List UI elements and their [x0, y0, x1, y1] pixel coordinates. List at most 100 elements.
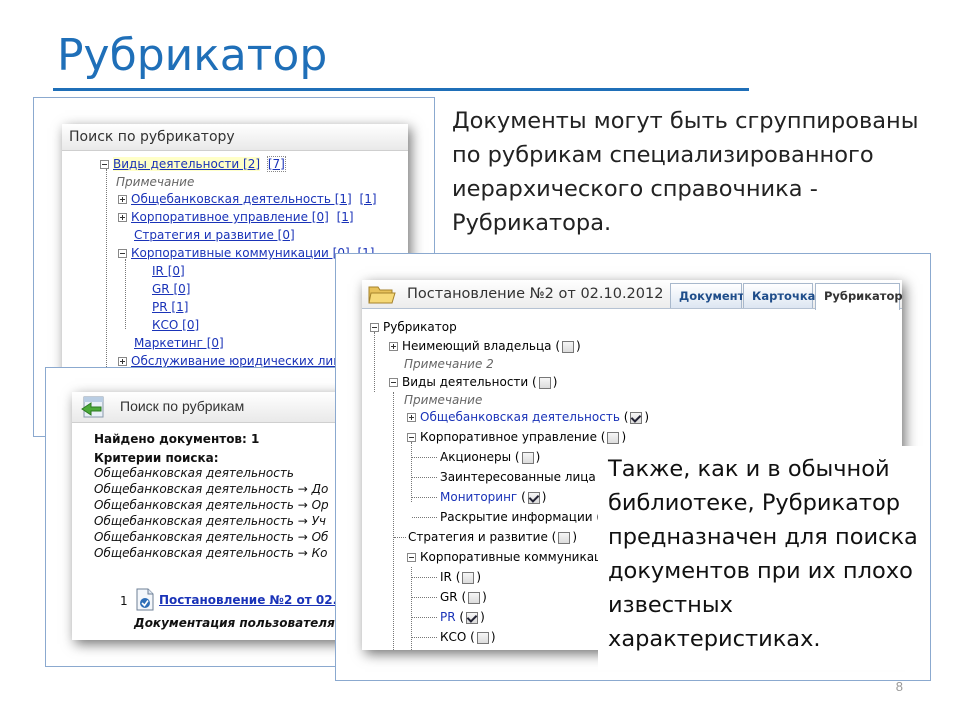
expand-icon[interactable] — [118, 357, 127, 366]
tree-item-label[interactable]: Виды деятельности [2] — [113, 157, 261, 171]
found-count: Найдено документов: 1 — [94, 432, 260, 446]
tree-item-marketing[interactable]: Маркетинг [0] — [134, 335, 224, 351]
doc-tree-item-shareholders[interactable]: Акционеры () — [440, 449, 540, 465]
doc-tree-item-general-banking[interactable]: Общебанковская деятельность () — [407, 409, 649, 425]
doc-tree-item-gr[interactable]: GR () — [440, 589, 487, 605]
doc-tree-item-activity-types[interactable]: Виды деятельности () — [389, 374, 557, 390]
tree-item-label[interactable]: Обслуживание юридических лиц — [131, 354, 341, 368]
checkbox-icon[interactable] — [562, 340, 574, 353]
tree-item-label: Корпоративные коммуникации — [420, 550, 618, 564]
collapse-icon[interactable] — [118, 249, 127, 258]
doc-tree-item-pr[interactable]: PR () — [440, 609, 485, 625]
checkbox-icon[interactable] — [521, 451, 534, 464]
criteria-item: Общебанковская деятельность → Ор — [94, 498, 329, 512]
tree-item-strategy[interactable]: Стратегия и развитие [0] — [134, 227, 295, 243]
tree-item-label[interactable]: GR [0] — [152, 282, 190, 296]
page-number: 8 — [895, 679, 903, 694]
tree-guide-line — [412, 457, 437, 458]
tree-item-cso[interactable]: КСО [0] — [152, 317, 199, 333]
tree-item-label[interactable]: PR [1] — [152, 300, 188, 314]
callout-text: Также, как и в обычной библиотеке, Рубри… — [598, 446, 930, 670]
search-back-icon[interactable] — [81, 396, 107, 418]
tree-item-corporate-governance[interactable]: Корпоративное управление [0] [1] — [118, 209, 354, 225]
tree-item-label: Заинтересованные лица — [440, 470, 596, 484]
doc-tree-item-strategy[interactable]: Стратегия и развитие () — [408, 529, 577, 545]
tree-item-ir[interactable]: IR [0] — [152, 263, 185, 279]
tree-item-label: PR — [440, 610, 456, 624]
tree-item-count-link[interactable]: [7] — [266, 156, 286, 172]
checkbox-icon[interactable] — [468, 591, 481, 604]
tree-item-label[interactable]: КСО [0] — [152, 318, 199, 332]
tree-item-label[interactable]: Стратегия и развитие [0] — [134, 228, 295, 242]
tree-guide-line — [411, 442, 412, 502]
expand-icon[interactable] — [389, 342, 398, 351]
doc-tree-item-ir[interactable]: IR () — [440, 569, 481, 585]
tree-guide-line — [374, 332, 375, 392]
tree-item-label[interactable]: Маркетинг [0] — [134, 336, 224, 350]
tree-item-note: Примечание — [116, 175, 195, 189]
tree-item-general-banking[interactable]: Общебанковская деятельность [1] [1] — [118, 191, 377, 207]
tree-item-label: IR — [440, 570, 452, 584]
checkbox-icon[interactable] — [630, 411, 643, 424]
result-subtitle: Документация пользователя — [134, 616, 335, 630]
doc-tree-item-corporate-governance[interactable]: Корпоративное управление () — [407, 429, 626, 445]
doc-tree-root[interactable]: Рубрикатор — [370, 319, 457, 335]
result-title-link[interactable]: Постановление №2 от 02.1( — [159, 593, 347, 607]
tree-item-label[interactable]: IR [0] — [152, 264, 185, 278]
tree-item-label: Неимеющий владельца — [402, 339, 552, 353]
tab-card[interactable]: Карточка — [743, 283, 815, 308]
tree-item-pr[interactable]: PR [1] — [152, 299, 188, 315]
tree-item-label: GR — [440, 590, 458, 604]
expand-icon[interactable] — [118, 195, 127, 204]
tree-item-label: Рубрикатор — [383, 320, 457, 334]
tree-guide-line — [393, 392, 394, 650]
search-results-panel: Поиск по рубрикам Найдено документов: 1 … — [72, 392, 347, 640]
tree-item-label: Раскрытие информации — [440, 510, 593, 524]
collapse-icon[interactable] — [370, 323, 379, 332]
search-results-header: Поиск по рубрикам — [120, 398, 245, 414]
title-underline — [53, 88, 749, 91]
rubric-search-header: Поиск по рубрикатору — [62, 124, 408, 151]
doc-tree-item-disclosure[interactable]: Раскрытие информации () — [440, 509, 622, 525]
doc-tree-item-cso[interactable]: КСО () — [440, 629, 496, 645]
tab-rubricator[interactable]: Рубрикатор — [815, 283, 903, 310]
criteria-label: Критерии поиска: — [94, 451, 219, 465]
checkbox-icon[interactable] — [466, 611, 479, 624]
criteria-item: Общебанковская деятельность → До — [94, 482, 329, 496]
checkbox-icon[interactable] — [607, 431, 620, 444]
checkbox-icon[interactable] — [538, 376, 551, 389]
tree-guide-line — [125, 259, 126, 329]
tab-document[interactable]: Документ — [670, 283, 744, 308]
document-icon — [136, 588, 154, 611]
criteria-item: Общебанковская деятельность → Об — [94, 530, 329, 544]
tree-guide-line — [412, 477, 437, 478]
tree-item-label[interactable]: Корпоративные коммуникации [0] — [131, 246, 350, 260]
collapse-icon[interactable] — [100, 160, 109, 169]
tree-item-activity-types[interactable]: Виды деятельности [2] [7] — [100, 156, 286, 172]
tree-item-label: Стратегия и развитие — [408, 530, 548, 544]
criteria-item: Общебанковская деятельность → Уч — [94, 514, 326, 528]
doc-tree-note: Примечание — [404, 393, 483, 407]
tree-item-label: КСО — [440, 630, 467, 644]
collapse-icon[interactable] — [407, 433, 416, 442]
tree-item-label[interactable]: Общебанковская деятельность [1] — [131, 192, 352, 206]
result-number: 1 — [120, 594, 128, 608]
collapse-icon[interactable] — [407, 553, 416, 562]
tree-guide-line — [394, 537, 406, 538]
doc-tree-item-monitoring[interactable]: Мониторинг () — [440, 489, 546, 505]
checkbox-icon[interactable] — [558, 531, 571, 544]
tree-item-count-link[interactable]: [1] — [360, 192, 377, 206]
expand-icon[interactable] — [407, 413, 416, 422]
checkbox-icon[interactable] — [527, 491, 540, 504]
expand-icon[interactable] — [118, 213, 127, 222]
checkbox-icon[interactable] — [476, 631, 489, 644]
tree-item-label: Мониторинг — [440, 490, 518, 504]
tree-item-gr[interactable]: GR [0] — [152, 281, 190, 297]
doc-tree-item-no-owner[interactable]: Неимеющий владельца () — [389, 338, 581, 354]
tree-item-count-link[interactable]: [1] — [337, 210, 354, 224]
checkbox-icon[interactable] — [462, 571, 475, 584]
collapse-icon[interactable] — [389, 378, 398, 387]
tree-item-label[interactable]: Корпоративное управление [0] — [131, 210, 329, 224]
tree-guide-line — [412, 577, 437, 578]
folder-icon — [368, 286, 396, 304]
